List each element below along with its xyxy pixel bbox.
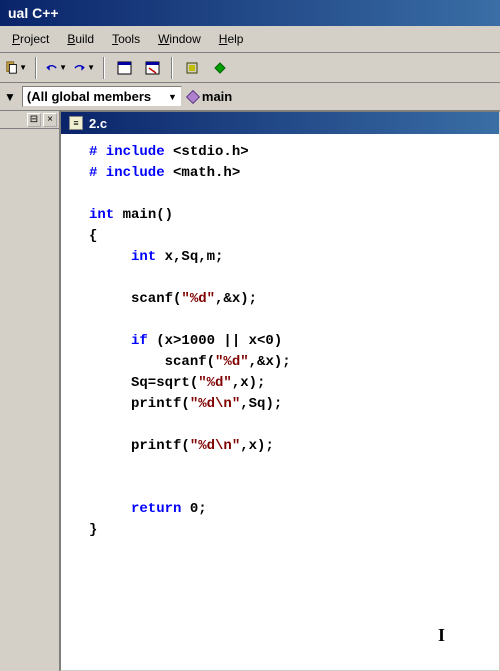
window-list-button[interactable] (112, 56, 136, 79)
undo-button[interactable]: ▼ (44, 56, 68, 79)
menu-help[interactable]: Help (211, 29, 252, 49)
sidebar-pin-button[interactable]: ⊟ (27, 113, 41, 127)
scope-dropdown[interactable]: (All global members ▼ (22, 86, 182, 107)
text-cursor: I (438, 622, 439, 640)
menubar: Project Build Tools Window Help (0, 26, 500, 53)
diamond-icon (186, 89, 200, 103)
function-indicator: main (188, 89, 232, 104)
file-icon: ≡ (69, 116, 83, 130)
menu-project[interactable]: Project (4, 29, 57, 49)
function-name: main (202, 89, 232, 104)
chevron-down-icon: ▼ (168, 92, 177, 102)
menu-build[interactable]: Build (59, 29, 102, 49)
menu-tools[interactable]: Tools (104, 29, 148, 49)
toolbar: ▼ ▼ ▼ (0, 53, 500, 83)
scope-prefix: ▼ (4, 90, 16, 104)
file-tab[interactable]: ≡ 2.c (61, 112, 499, 134)
file-name: 2.c (89, 116, 107, 131)
menu-window[interactable]: Window (150, 29, 209, 49)
workspace: ⊟ × ≡ 2.c # include <stdio.h> # include … (0, 111, 500, 671)
tool-button-1[interactable] (180, 56, 204, 79)
tool-button-2[interactable] (208, 56, 232, 79)
sidebar-header: ⊟ × (0, 111, 59, 129)
scope-bar: ▼ (All global members ▼ main (0, 83, 500, 111)
toolbar-separator (35, 57, 37, 79)
paste-button[interactable]: ▼ (4, 56, 28, 79)
editor-area: ≡ 2.c # include <stdio.h> # include <mat… (60, 111, 500, 671)
toolbar-separator (103, 57, 105, 79)
find-button[interactable] (140, 56, 164, 79)
redo-button[interactable]: ▼ (72, 56, 96, 79)
toolbar-separator (171, 57, 173, 79)
titlebar: ual C++ (0, 0, 500, 26)
code-editor[interactable]: # include <stdio.h> # include <math.h> i… (61, 134, 499, 670)
sidebar-panel: ⊟ × (0, 111, 60, 671)
sidebar-close-button[interactable]: × (43, 113, 57, 127)
app-title: ual C++ (8, 5, 59, 21)
scope-dropdown-label: (All global members (27, 89, 151, 104)
